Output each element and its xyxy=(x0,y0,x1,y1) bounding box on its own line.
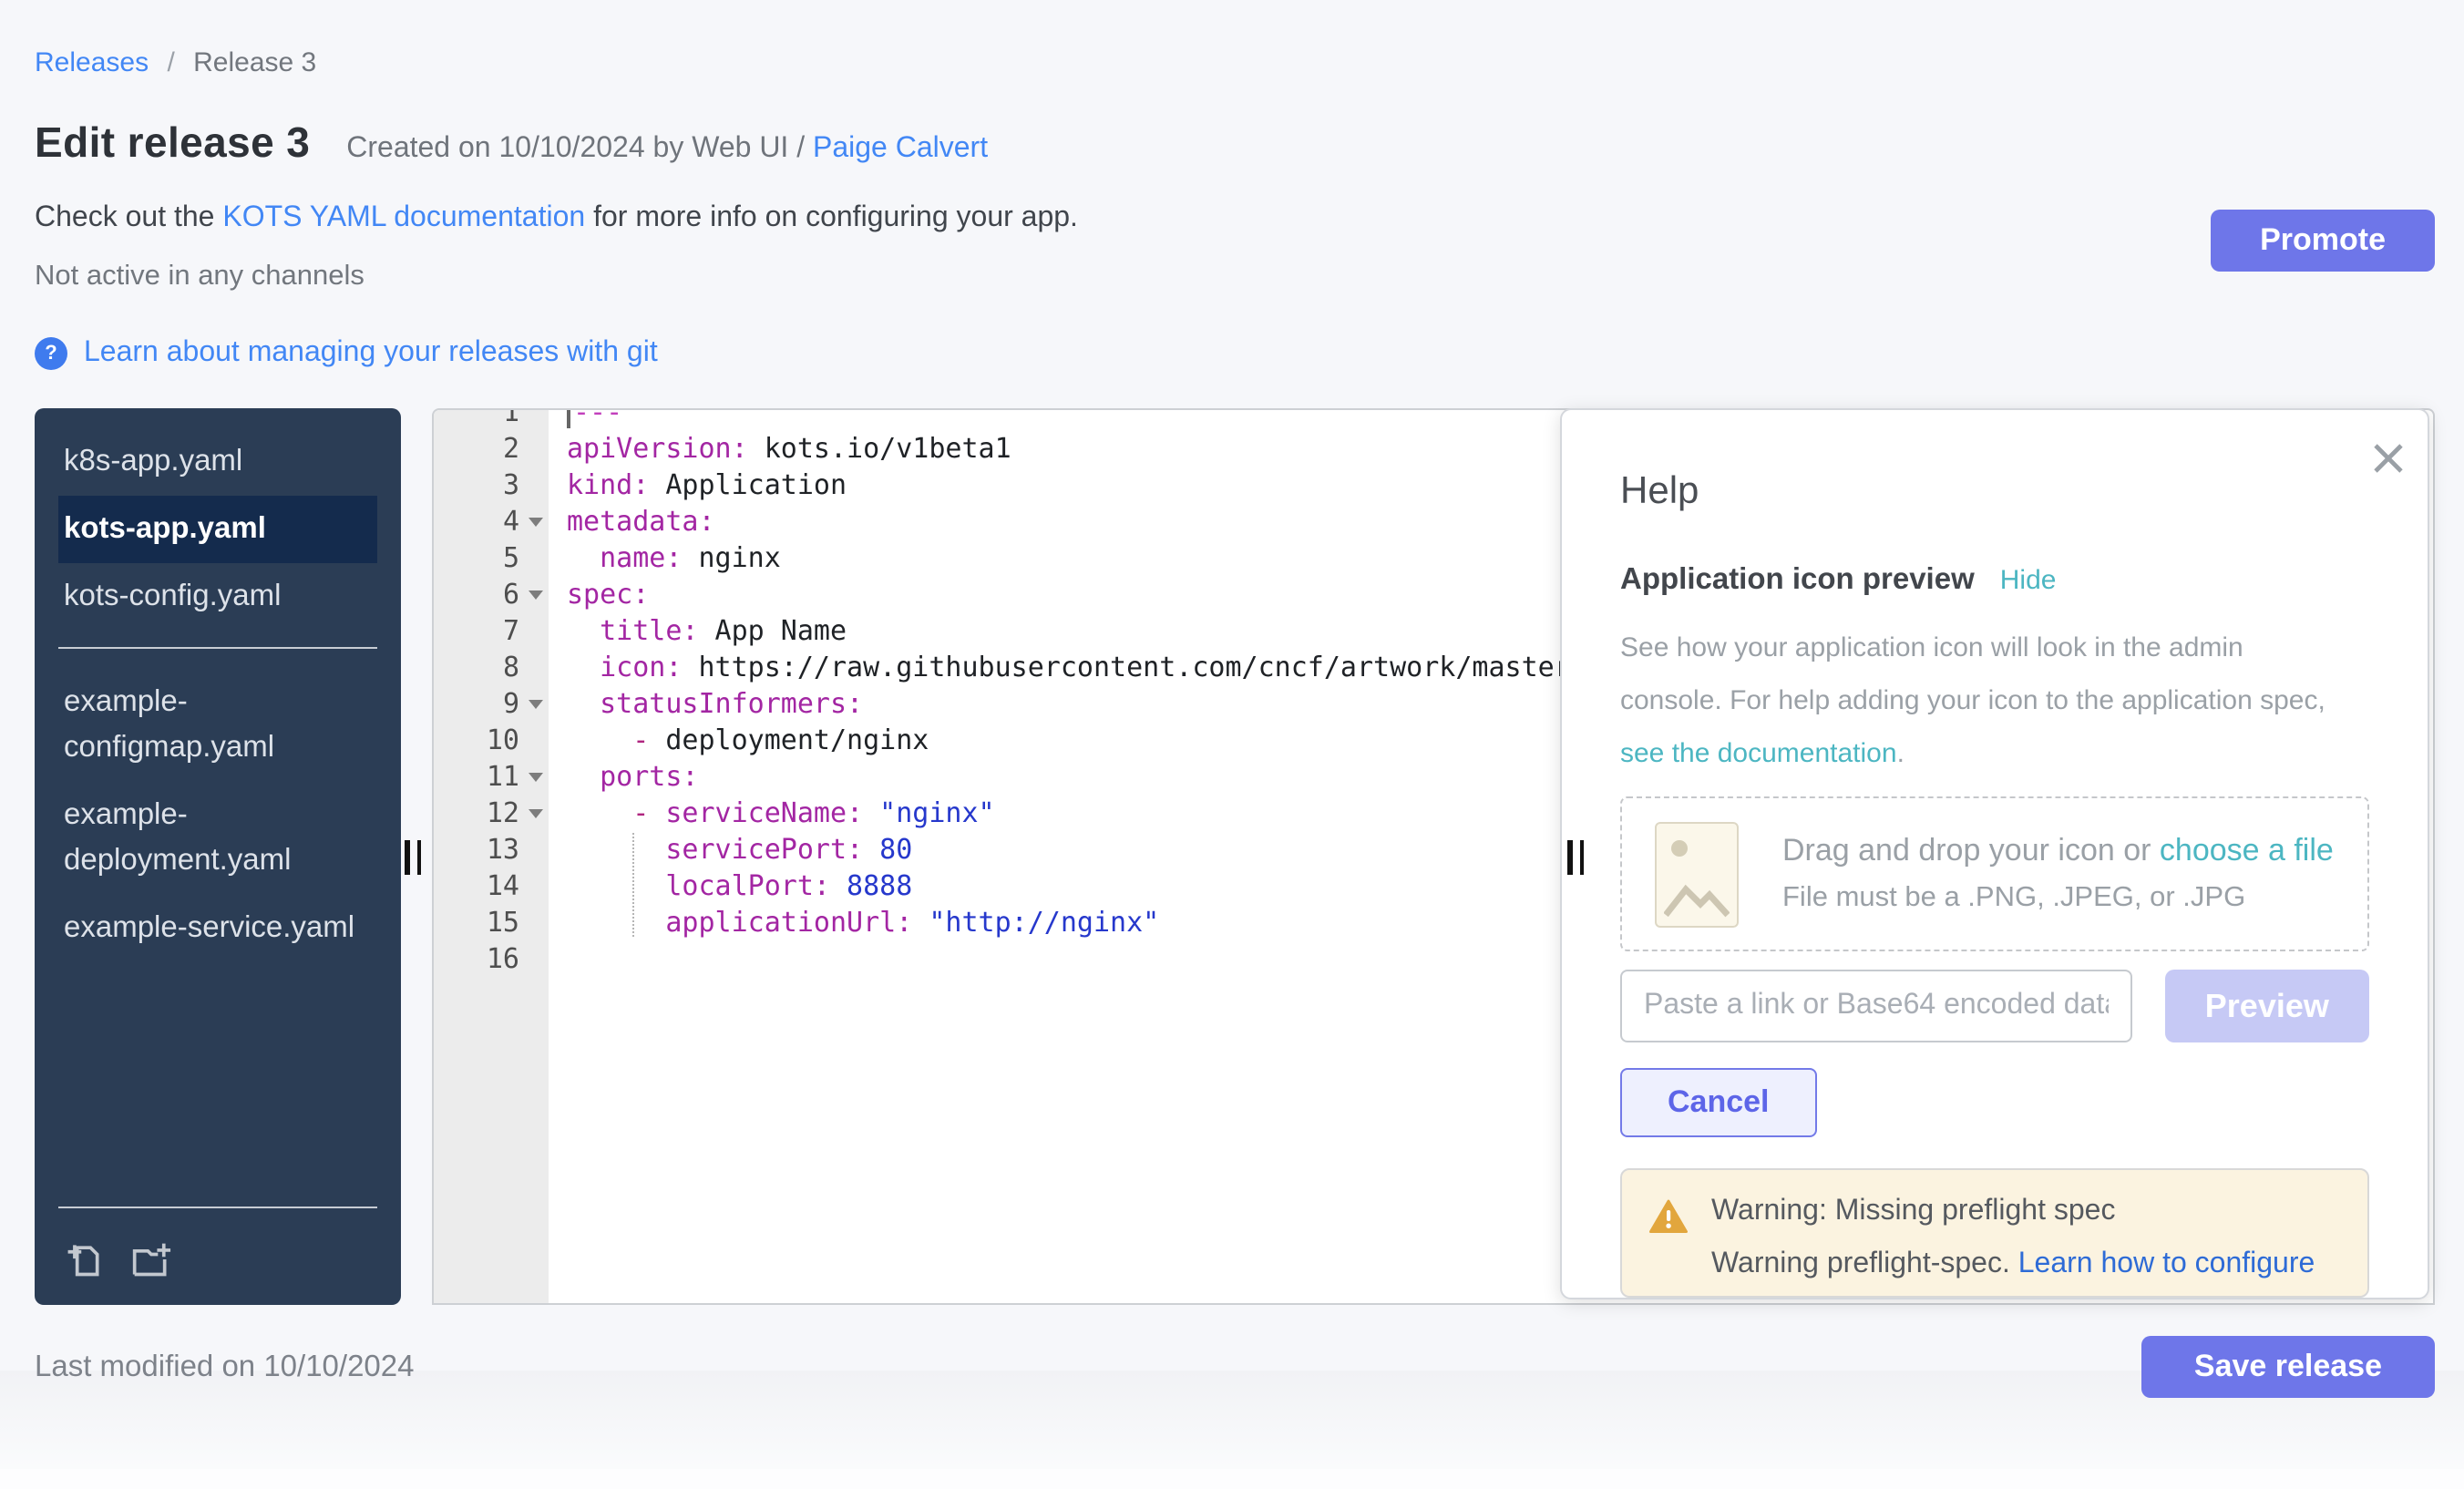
file-list-divider xyxy=(58,647,377,649)
page-title: Edit release 3 xyxy=(35,118,310,168)
warning-line2-text: Warning preflight-spec. xyxy=(1711,1248,2018,1279)
gutter-line-1: 1 xyxy=(434,410,549,430)
file-item-example-deployment.yaml[interactable]: example-deployment.yaml xyxy=(58,782,364,895)
doc-hint-line: Check out the KOTS YAML documentation fo… xyxy=(35,202,2435,235)
created-text: Created on 10/10/2024 by Web UI / xyxy=(346,133,805,164)
edit-release-page: Releases / Release 3 Edit release 3 Crea… xyxy=(0,0,2464,1489)
footer: Last modified on 10/10/2024 Save release xyxy=(35,1330,2435,1403)
gutter-line-3: 3 xyxy=(434,467,549,503)
breadcrumb-separator: / xyxy=(167,47,174,78)
fold-arrow-icon[interactable] xyxy=(529,700,543,709)
file-actions xyxy=(35,1225,401,1305)
hide-link[interactable]: Hide xyxy=(2000,565,2057,596)
description-line-1: See how your application icon will look … xyxy=(1620,621,2369,674)
close-icon[interactable] xyxy=(2373,443,2404,474)
breadcrumb-releases-link[interactable]: Releases xyxy=(35,47,149,78)
editor-gutter: 12345678910111213141516 xyxy=(434,410,549,1303)
dropzone-hint: File must be a .PNG, .JPEG, or .JPG xyxy=(1782,882,2334,915)
kots-yaml-doc-link[interactable]: KOTS YAML documentation xyxy=(222,202,585,233)
git-releases-link[interactable]: Learn about managing your releases with … xyxy=(84,337,658,370)
promote-button[interactable]: Promote xyxy=(2211,210,2435,272)
gutter-line-10: 10 xyxy=(434,722,549,758)
icon-preview-section-header: Application icon preview Hide xyxy=(1620,563,2369,598)
choose-file-link[interactable]: choose a file xyxy=(2160,833,2334,868)
gutter-line-4: 4 xyxy=(434,503,549,539)
doc-hint-before: Check out the xyxy=(35,202,222,233)
file-item-kots-config.yaml[interactable]: kots-config.yaml xyxy=(58,563,364,631)
git-help-row: ? Learn about managing your releases wit… xyxy=(35,337,2435,370)
dropzone-text-before: Drag and drop your icon or xyxy=(1782,833,2160,868)
gutter-line-2: 2 xyxy=(434,430,549,467)
file-item-kots-app.yaml[interactable]: kots-app.yaml xyxy=(58,496,377,563)
gutter-line-15: 15 xyxy=(434,904,549,940)
dropzone-text: Drag and drop your icon or choose a file… xyxy=(1782,833,2334,915)
created-by-link[interactable]: Paige Calvert xyxy=(813,133,988,164)
gutter-line-11: 11 xyxy=(434,758,549,795)
icon-url-input[interactable] xyxy=(1620,970,2132,1042)
fold-arrow-icon[interactable] xyxy=(529,590,543,600)
sidebar-bottom xyxy=(35,1190,401,1305)
question-circle-icon: ? xyxy=(35,337,67,370)
file-item-example-service.yaml[interactable]: example-service.yaml xyxy=(58,895,364,962)
warning-text: Warning: Missing preflight spec Warning … xyxy=(1711,1196,2315,1281)
indent-guide xyxy=(632,833,634,937)
doc-hint-after: for more info on configuring your app. xyxy=(585,202,1078,233)
gutter-line-9: 9 xyxy=(434,685,549,722)
file-item-example-configmap.yaml[interactable]: example-configmap.yaml xyxy=(58,669,364,782)
icon-url-row: Preview xyxy=(1620,970,2369,1042)
save-release-button[interactable]: Save release xyxy=(2141,1336,2435,1398)
see-documentation-link[interactable]: see the documentation xyxy=(1620,738,1897,769)
title-row: Edit release 3 Created on 10/10/2024 by … xyxy=(35,118,2435,168)
preview-button[interactable]: Preview xyxy=(2165,970,2369,1042)
gutter-line-16: 16 xyxy=(434,940,549,977)
fold-arrow-icon[interactable] xyxy=(529,518,543,527)
gutter-line-6: 6 xyxy=(434,576,549,612)
sidebar-resize-handle[interactable] xyxy=(405,840,421,875)
fold-arrow-icon[interactable] xyxy=(529,773,543,782)
gutter-line-12: 12 xyxy=(434,795,549,831)
warning-triangle-icon xyxy=(1649,1199,1688,1243)
icon-preview-description: See how your application icon will look … xyxy=(1620,621,2369,780)
gutter-line-14: 14 xyxy=(434,868,549,904)
image-placeholder-icon xyxy=(1655,821,1739,927)
learn-how-to-configure-link[interactable]: Learn how to configure xyxy=(2018,1248,2315,1279)
last-modified-text: Last modified on 10/10/2024 xyxy=(35,1350,415,1384)
doc-link-suffix: . xyxy=(1897,738,1904,769)
text-cursor xyxy=(567,410,570,428)
release-workspace: k8s-app.yamlkots-app.yamlkots-config.yam… xyxy=(35,408,2435,1305)
breadcrumb: Releases / Release 3 xyxy=(35,0,2435,78)
file-list-kots: k8s-app.yamlkots-app.yamlkots-config.yam… xyxy=(35,408,401,631)
icon-dropzone[interactable]: Drag and drop your icon or choose a file… xyxy=(1620,796,2369,951)
gutter-line-13: 13 xyxy=(434,831,549,868)
description-line-3: see the documentation. xyxy=(1620,727,2369,780)
channel-status: Not active in any channels xyxy=(35,261,2435,293)
sidebar-bottom-divider xyxy=(58,1207,377,1208)
gutter-line-8: 8 xyxy=(434,649,549,685)
fold-arrow-icon[interactable] xyxy=(529,809,543,818)
gutter-line-7: 7 xyxy=(434,612,549,649)
file-tree-sidebar: k8s-app.yamlkots-app.yamlkots-config.yam… xyxy=(35,408,401,1305)
new-folder-icon[interactable] xyxy=(129,1239,173,1279)
help-panel: Help Application icon preview Hide See h… xyxy=(1560,408,2429,1299)
file-item-k8s-app.yaml[interactable]: k8s-app.yaml xyxy=(58,428,364,496)
help-title: Help xyxy=(1620,470,2369,514)
cancel-button[interactable]: Cancel xyxy=(1620,1068,1817,1137)
warning-title: Warning: Missing preflight spec xyxy=(1711,1196,2315,1228)
preflight-warning-box: Warning: Missing preflight spec Warning … xyxy=(1620,1168,2369,1298)
help-panel-resize-handle[interactable] xyxy=(1567,840,1584,875)
created-info: Created on 10/10/2024 by Web UI / Paige … xyxy=(346,133,988,166)
description-line-2: console. For help adding your icon to th… xyxy=(1620,674,2369,727)
file-list-examples: example-configmap.yamlexample-deployment… xyxy=(35,665,401,962)
icon-preview-title: Application icon preview xyxy=(1620,563,1975,598)
gutter-line-5: 5 xyxy=(434,539,549,576)
new-file-icon[interactable] xyxy=(64,1239,104,1279)
breadcrumb-current: Release 3 xyxy=(193,47,316,78)
